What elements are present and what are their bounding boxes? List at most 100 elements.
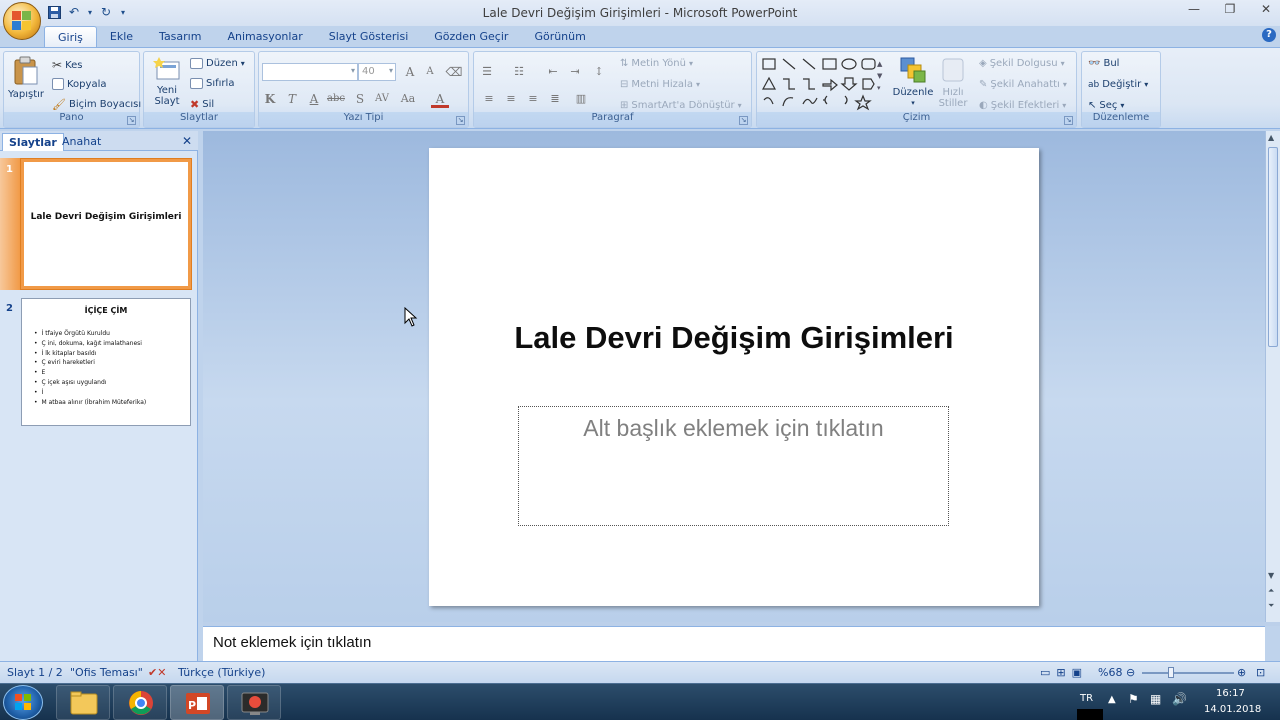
clear-format-icon[interactable]: ⌫ — [445, 63, 463, 81]
align-right-icon[interactable]: ≡ — [524, 90, 542, 108]
select-button[interactable]: ↖ Seç ▾ — [1088, 100, 1124, 111]
font-dialog-launcher-icon[interactable]: ↘ — [456, 116, 465, 125]
language-status[interactable]: Türkçe (Türkiye) — [178, 666, 265, 679]
close-icon[interactable]: ✕ — [182, 134, 192, 148]
notes-pane[interactable]: Not eklemek için tıklatın — [203, 626, 1265, 661]
zoom-level[interactable]: %68 — [1098, 666, 1122, 679]
scroll-up-icon[interactable]: ▲ — [1268, 133, 1274, 142]
network-icon[interactable]: ▦ — [1150, 692, 1161, 706]
change-case-icon[interactable]: Aa — [399, 90, 417, 108]
char-spacing-icon[interactable]: AV — [373, 90, 391, 108]
zoom-in-icon[interactable]: ⊕ — [1237, 666, 1246, 679]
scroll-down-icon[interactable]: ▼ — [1268, 571, 1274, 580]
numbering-icon[interactable]: ☷ — [510, 63, 528, 81]
grow-font-icon[interactable]: A — [401, 63, 419, 81]
tab-giris[interactable]: Giriş — [44, 26, 97, 47]
shape-fill-button[interactable]: ◈ Şekil Dolgusu ▾ — [979, 58, 1065, 69]
zoom-out-icon[interactable]: ⊖ — [1126, 666, 1135, 679]
bullets-icon[interactable]: ☰ — [478, 63, 496, 81]
tab-ekle[interactable]: Ekle — [97, 26, 146, 47]
previous-slide-icon[interactable]: ⏶ — [1268, 586, 1274, 596]
tab-tasarim[interactable]: Tasarım — [146, 26, 214, 47]
next-slide-icon[interactable]: ⏷ — [1268, 601, 1274, 611]
layout-button[interactable]: Düzen ▾ — [190, 58, 245, 69]
subtitle-placeholder[interactable]: Alt başlık eklemek için tıklatın — [518, 406, 949, 526]
paragraph-dialog-launcher-icon[interactable]: ↘ — [739, 116, 748, 125]
taskbar-recorder[interactable] — [227, 685, 281, 720]
binoculars-icon: 👓 — [1088, 58, 1101, 69]
align-center-icon[interactable]: ≡ — [502, 90, 520, 108]
tab-slaytlar[interactable]: Slaytlar — [2, 133, 64, 151]
bold-icon[interactable]: K — [261, 90, 279, 108]
slide-sorter-icon[interactable]: ⊞ — [1056, 666, 1065, 679]
spell-check-icon[interactable]: ✔✕ — [148, 666, 166, 679]
new-slide-button[interactable]: Yeni Slayt — [148, 56, 186, 107]
minimize-icon[interactable]: — — [1186, 2, 1202, 18]
smartart-button[interactable]: ⊞ SmartArt'a Dönüştür ▾ — [620, 100, 742, 111]
shape-effects-button[interactable]: ◐ Şekil Efektleri ▾ — [979, 100, 1066, 111]
office-button[interactable] — [3, 2, 41, 40]
increase-indent-icon[interactable]: ⇥ — [566, 63, 584, 81]
taskbar-chrome[interactable] — [113, 685, 167, 720]
copy-button[interactable]: Kopyala — [52, 78, 106, 90]
tab-anahat[interactable]: Anahat — [56, 133, 107, 151]
clock-time[interactable]: 16:17 — [1216, 688, 1245, 699]
normal-view-icon[interactable]: ▭ — [1040, 666, 1050, 679]
shrink-font-icon[interactable]: A — [421, 63, 439, 81]
align-left-icon[interactable]: ≡ — [480, 90, 498, 108]
find-button[interactable]: 👓 Bul — [1088, 58, 1119, 69]
reset-button[interactable]: Sıfırla — [190, 78, 234, 89]
taskbar-powerpoint[interactable]: P — [170, 685, 224, 720]
columns-icon[interactable]: ▥ — [572, 90, 590, 108]
theme-name[interactable]: "Ofis Teması" — [70, 666, 143, 679]
close-icon[interactable]: ✕ — [1258, 2, 1274, 18]
cut-button[interactable]: ✂ Kes — [52, 58, 82, 72]
font-size-combo[interactable]: 40 ▾ — [358, 63, 396, 81]
fit-to-window-icon[interactable]: ⊡ — [1256, 666, 1265, 679]
restore-icon[interactable]: ❐ — [1222, 2, 1238, 18]
drawing-dialog-launcher-icon[interactable]: ↘ — [1064, 116, 1073, 125]
shapes-gallery[interactable] — [761, 56, 887, 112]
start-button[interactable] — [3, 685, 43, 720]
shape-outline-button[interactable]: ✎ Şekil Anahattı ▾ — [979, 79, 1067, 90]
format-painter-button[interactable]: 🖌 Biçim Boyacısı — [52, 98, 141, 111]
arrange-button[interactable]: Düzenle ▾ — [891, 56, 935, 109]
tab-animasyonlar[interactable]: Animasyonlar — [214, 26, 315, 47]
taskbar-explorer[interactable] — [56, 685, 110, 720]
font-name-combo[interactable]: ▾ — [262, 63, 358, 81]
zoom-slider-thumb[interactable] — [1168, 667, 1174, 678]
tab-gorunum[interactable]: Görünüm — [521, 26, 598, 47]
shapes-scroll[interactable]: ▲ ▼ ▾ — [877, 58, 882, 94]
line-spacing-icon[interactable]: ↕ — [590, 63, 608, 81]
action-center-icon[interactable]: ⚑ — [1128, 692, 1139, 706]
replace-button[interactable]: ab Değiştir ▾ — [1088, 79, 1148, 90]
text-direction-button[interactable]: ⇅ Metin Yönü ▾ — [620, 58, 693, 69]
help-icon[interactable]: ? — [1262, 28, 1276, 42]
slide-title[interactable]: Lale Devri Değişim Girişimleri — [469, 320, 999, 356]
underline-icon[interactable]: A — [305, 90, 323, 108]
slide-thumbnail-2[interactable]: İÇİÇE ÇİM İ tfaiye Örgütü Kuruldu Ç ini,… — [21, 298, 191, 426]
clock-date[interactable]: 14.01.2018 — [1204, 704, 1261, 715]
slide-editor[interactable]: Lale Devri Değişim Girişimleri Alt başlı… — [429, 148, 1039, 606]
align-text-button[interactable]: ⊟ Metni Hizala ▾ — [620, 79, 700, 90]
pano-dialog-launcher-icon[interactable]: ↘ — [127, 116, 136, 125]
volume-icon[interactable]: 🔊 — [1172, 692, 1187, 706]
shadow-icon[interactable]: S — [351, 90, 369, 108]
scrollbar-thumb[interactable] — [1268, 147, 1278, 347]
paste-button[interactable]: Yapıştır — [8, 56, 44, 100]
delete-slide-button[interactable]: ✖ Sil — [190, 98, 214, 111]
italic-icon[interactable]: T — [283, 90, 301, 108]
show-hidden-icons-icon[interactable]: ▲ — [1108, 694, 1116, 705]
tab-gozden-gecir[interactable]: Gözden Geçir — [421, 26, 521, 47]
slide-thumbnail-1[interactable]: Lale Devri Değişim Girişimleri — [21, 159, 191, 289]
slideshow-icon[interactable]: ▣ — [1072, 666, 1082, 679]
language-indicator[interactable]: TR — [1080, 693, 1093, 704]
font-color-icon[interactable]: A — [431, 90, 449, 108]
quick-styles-button[interactable]: Hızlı Stiller — [935, 56, 971, 109]
zoom-slider[interactable] — [1142, 672, 1234, 674]
decrease-indent-icon[interactable]: ⇤ — [544, 63, 562, 81]
justify-icon[interactable]: ≣ — [546, 90, 564, 108]
tab-slayt-gosterisi[interactable]: Slayt Gösterisi — [316, 26, 422, 47]
vertical-scrollbar[interactable]: ▲ ▼ ⏶ ⏷ — [1265, 131, 1280, 622]
strikethrough-icon[interactable]: abc — [327, 90, 345, 108]
